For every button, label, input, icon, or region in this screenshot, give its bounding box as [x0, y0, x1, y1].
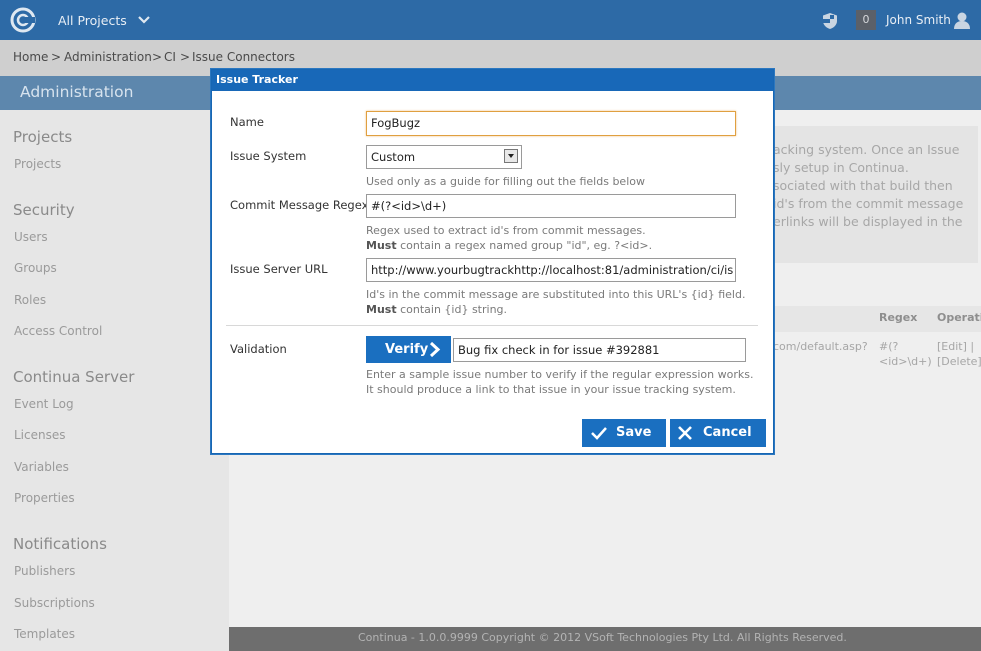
regex-hint-text: contain a regex named group "id", eg. ?<… [396, 239, 653, 252]
dialog-title: Issue Tracker [216, 73, 298, 86]
breadcrumb-current: Issue Connectors [192, 50, 295, 64]
edit-link[interactable]: [Edit] | [937, 340, 974, 353]
info-text: sly setup in Continua. [773, 160, 909, 175]
sidebar-item-access-control[interactable]: Access Control [14, 324, 102, 338]
issue-system-select[interactable]: Custom [366, 145, 522, 169]
project-selector[interactable]: All Projects [58, 13, 127, 28]
sidebar-item-roles[interactable]: Roles [14, 293, 46, 307]
table-cell-regex: <id>\d+) [879, 355, 932, 368]
breadcrumb-separator: > [152, 50, 163, 64]
info-text: erlinks will be displayed in the [773, 214, 963, 229]
breadcrumb-ci[interactable]: CI [164, 50, 176, 64]
shield-icon[interactable] [822, 12, 838, 30]
sidebar-item-licenses[interactable]: Licenses [14, 428, 66, 442]
sidebar-heading-security: Security [13, 201, 75, 219]
sidebar-item-groups[interactable]: Groups [14, 261, 57, 275]
breadcrumb-separator: > [180, 50, 191, 64]
chevron-right-icon [429, 342, 441, 357]
notification-count-badge[interactable]: 0 [856, 10, 876, 30]
issue-system-label: Issue System [230, 149, 307, 163]
issue-tracker-dialog: Issue Tracker Name FogBugz Issue System … [211, 69, 774, 454]
sidebar-item-variables[interactable]: Variables [14, 460, 69, 474]
sidebar-item-templates[interactable]: Templates [14, 627, 75, 641]
column-header-operations: Operatio [937, 311, 981, 324]
url-hint: Id's in the commit message are substitut… [366, 288, 746, 301]
column-header-regex: Regex [879, 311, 918, 324]
sidebar-heading-continua-server: Continua Server [13, 368, 135, 386]
url-hint-text: contain {id} string. [396, 303, 508, 316]
verify-button-label: Verify [385, 342, 429, 357]
divider [226, 325, 758, 326]
sidebar-item-projects[interactable]: Projects [14, 157, 61, 171]
regex-label: Commit Message Regex [230, 198, 369, 212]
delete-link[interactable]: [Delete] [937, 355, 981, 368]
sidebar-item-event-log[interactable]: Event Log [14, 397, 74, 411]
user-avatar-icon[interactable] [953, 11, 971, 29]
table-cell-regex: #(? [879, 340, 899, 353]
validation-input[interactable]: Bug fix check in for issue #392881 [453, 338, 746, 362]
issue-system-hint: Used only as a guide for filling out the… [366, 175, 645, 188]
dropdown-arrow-icon[interactable] [504, 149, 518, 163]
name-input[interactable]: FogBugz [366, 111, 736, 136]
sidebar-item-publishers[interactable]: Publishers [14, 564, 75, 578]
validation-hint: Enter a sample issue number to verify if… [366, 368, 754, 381]
regex-input[interactable]: #(?<id>\d+) [366, 194, 736, 218]
regex-hint: Regex used to extract id's from commit m… [366, 224, 646, 237]
save-button-label: Save [616, 425, 652, 440]
continua-logo-icon[interactable] [10, 7, 36, 33]
info-text: acking system. Once an Issue [773, 142, 960, 157]
sidebar-heading-projects: Projects [13, 128, 73, 146]
must-text: Must [366, 239, 397, 252]
url-hint-2: Must contain {id} string. [366, 303, 507, 316]
validation-hint-2: It should produce a link to that issue i… [366, 383, 736, 396]
must-text: Must [366, 303, 397, 316]
name-label: Name [230, 115, 264, 129]
sidebar-item-properties[interactable]: Properties [14, 491, 75, 505]
breadcrumb-administration[interactable]: Administration [64, 50, 152, 64]
url-input[interactable]: http://www.yourbugtrackhttp://localhost:… [366, 258, 736, 282]
breadcrumb-home[interactable]: Home [13, 50, 48, 64]
validation-label: Validation [230, 342, 287, 356]
cancel-button[interactable]: Cancel [670, 419, 766, 447]
info-text: id's from the commit message [773, 196, 964, 211]
close-icon [678, 426, 692, 440]
sidebar-item-users[interactable]: Users [14, 230, 48, 244]
copyright-text: Continua - 1.0.0.9999 Copyright © 2012 V… [358, 631, 847, 644]
info-text: sociated with that build then [773, 178, 953, 193]
sidebar-item-subscriptions[interactable]: Subscriptions [14, 596, 95, 610]
url-label: Issue Server URL [230, 262, 328, 276]
save-button[interactable]: Save [582, 419, 666, 447]
chevron-down-icon[interactable] [137, 14, 151, 26]
regex-hint-2: Must contain a regex named group "id", e… [366, 239, 652, 252]
checkmark-icon [591, 427, 607, 440]
user-name[interactable]: John Smith [886, 13, 951, 27]
cancel-button-label: Cancel [703, 425, 752, 440]
page-title: Administration [20, 83, 134, 101]
breadcrumb-separator: > [51, 50, 62, 64]
verify-button[interactable]: Verify [366, 336, 451, 363]
sidebar-heading-notifications: Notifications [13, 535, 107, 553]
table-cell-url: com/default.asp? [773, 340, 868, 353]
issue-system-selected-value: Custom [371, 150, 416, 164]
